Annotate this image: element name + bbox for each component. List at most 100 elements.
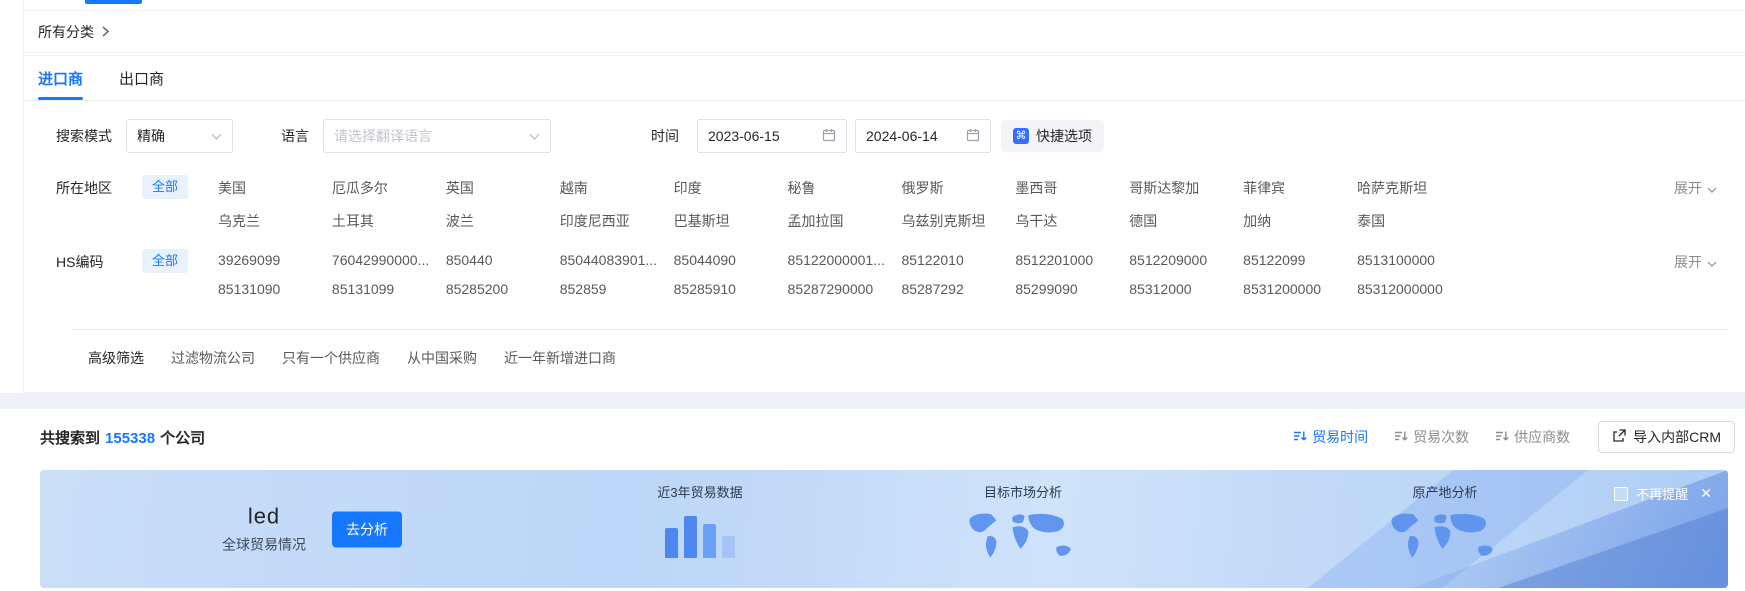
region-option[interactable]: 哥斯达黎加 — [1129, 178, 1237, 198]
date-start-value: 2023-06-15 — [708, 128, 780, 144]
hs-code-option[interactable]: 85122099 — [1243, 252, 1351, 268]
tab-exporters[interactable]: 出口商 — [119, 56, 164, 100]
region-option[interactable]: 乌克兰 — [218, 211, 326, 231]
advanced-option-sourced-from-china[interactable]: 从中国采购 — [407, 348, 477, 368]
advanced-option-single-supplier[interactable]: 只有一个供应商 — [282, 348, 380, 368]
search-mode-select[interactable]: 精确 — [126, 119, 233, 153]
bar — [684, 516, 697, 558]
region-option[interactable]: 土耳其 — [332, 211, 440, 231]
region-options-grid: 美国 厄瓜多尔 英国 越南 印度 秘鲁 俄罗斯 墨西哥 哥斯达黎加 菲律宾 哈萨… — [218, 175, 1465, 231]
filter-row-region: 所在地区 全部 美国 厄瓜多尔 英国 越南 印度 秘鲁 俄罗斯 墨西哥 哥斯达黎… — [56, 175, 1745, 231]
bar — [703, 524, 716, 558]
world-map-icon — [1382, 508, 1508, 570]
sort-trade-count[interactable]: 贸易次数 — [1394, 427, 1469, 447]
region-option[interactable]: 俄罗斯 — [901, 178, 1009, 198]
hs-code-option[interactable]: 85312000000 — [1357, 281, 1465, 297]
filter-row-basic: 搜索模式 精确 语言 请选择翻译语言 时间 2023-06-15 — [56, 119, 1745, 153]
quick-options-button[interactable]: ⌘ 快捷选项 — [1001, 120, 1104, 152]
calendar-icon — [822, 128, 836, 145]
command-icon: ⌘ — [1013, 128, 1029, 144]
region-option[interactable]: 乌兹别克斯坦 — [901, 211, 1009, 231]
advanced-option-filter-logistics[interactable]: 过滤物流公司 — [171, 348, 255, 368]
import-crm-button[interactable]: 导入内部CRM — [1598, 421, 1735, 453]
filter-row-hs-code: HS编码 全部 39269099 76042990000... 850440 8… — [56, 249, 1745, 297]
hs-code-option[interactable]: 85122010 — [901, 252, 1009, 268]
results-header: 共搜索到155338个公司 贸易时间 贸易次数 — [23, 409, 1745, 453]
category-bar: 所有分类 — [23, 10, 1745, 53]
region-all-tag[interactable]: 全部 — [142, 175, 188, 199]
region-option[interactable]: 印度尼西亚 — [560, 211, 668, 231]
hs-code-option[interactable]: 85287290000 — [788, 281, 896, 297]
region-option[interactable]: 乌干达 — [1015, 211, 1123, 231]
region-option[interactable]: 秘鲁 — [788, 178, 896, 198]
advanced-filter-label: 高级筛选 — [88, 348, 144, 368]
region-option[interactable]: 厄瓜多尔 — [332, 178, 440, 198]
hs-code-option[interactable]: 85285910 — [674, 281, 782, 297]
region-option[interactable]: 哈萨克斯坦 — [1357, 178, 1465, 198]
date-start-input[interactable]: 2023-06-15 — [697, 119, 847, 153]
world-map-icon — [960, 508, 1086, 570]
hs-code-option[interactable]: 8512209000 — [1129, 252, 1237, 268]
app-screen: 所有分类 进口商 出口商 搜索模式 精确 语言 — [0, 0, 1745, 591]
dont-remind-checkbox[interactable] — [1614, 487, 1628, 501]
region-expand-toggle[interactable]: 展开 — [1674, 178, 1717, 198]
hs-code-option[interactable]: 85299090 — [1015, 281, 1123, 297]
hs-code-option[interactable]: 8512201000 — [1015, 252, 1123, 268]
region-option[interactable]: 英国 — [446, 178, 554, 198]
results-summary: 共搜索到155338个公司 — [40, 427, 205, 448]
chevron-down-icon — [1707, 180, 1717, 196]
hs-code-all-tag[interactable]: 全部 — [142, 249, 188, 273]
hs-code-option[interactable]: 850440 — [446, 252, 554, 268]
analyze-button[interactable]: 去分析 — [332, 511, 402, 547]
region-option[interactable]: 德国 — [1129, 211, 1237, 231]
hs-code-label: HS编码 — [56, 249, 120, 272]
target-market-title: 目标市场分析 — [943, 482, 1103, 501]
top-tab-underline-fragment — [85, 0, 142, 4]
region-option[interactable]: 越南 — [560, 178, 668, 198]
hs-code-option[interactable]: 852859 — [560, 281, 668, 297]
sort-trade-time[interactable]: 贸易时间 — [1293, 427, 1368, 447]
chevron-down-icon — [529, 133, 540, 140]
breadcrumb-label: 所有分类 — [38, 22, 94, 42]
sort-label: 贸易时间 — [1312, 427, 1368, 447]
hs-code-option[interactable]: 85312000 — [1129, 281, 1237, 297]
hs-code-expand-toggle[interactable]: 展开 — [1674, 252, 1717, 272]
region-option[interactable]: 菲律宾 — [1243, 178, 1351, 198]
tab-importers[interactable]: 进口商 — [38, 56, 83, 100]
hs-code-options-grid: 39269099 76042990000... 850440 850440839… — [218, 249, 1465, 297]
hs-code-option[interactable]: 8531200000 — [1243, 281, 1351, 297]
region-option[interactable]: 墨西哥 — [1015, 178, 1123, 198]
hs-code-option[interactable]: 76042990000... — [332, 252, 440, 268]
hs-code-option[interactable]: 8513100000 — [1357, 252, 1465, 268]
language-select[interactable]: 请选择翻译语言 — [323, 119, 551, 153]
breadcrumb[interactable]: 所有分类 — [38, 22, 110, 42]
search-filter-card: 进口商 出口商 搜索模式 精确 语言 请选择翻译语言 — [23, 55, 1745, 393]
advanced-option-new-importers[interactable]: 近一年新增进口商 — [504, 348, 616, 368]
hs-code-option[interactable]: 85287292 — [901, 281, 1009, 297]
region-option[interactable]: 波兰 — [446, 211, 554, 231]
origin-analysis-block: 原产地分析 — [1365, 482, 1525, 575]
region-option[interactable]: 美国 — [218, 178, 326, 198]
close-icon[interactable]: ✕ — [1700, 485, 1712, 502]
sort-supplier-count[interactable]: 供应商数 — [1495, 427, 1570, 447]
chevron-down-icon — [211, 133, 222, 140]
bar-chart-icon — [620, 510, 780, 558]
keyword-subtitle: 全球贸易情况 — [222, 535, 306, 555]
hs-code-option[interactable]: 85285200 — [446, 281, 554, 297]
region-option[interactable]: 加纳 — [1243, 211, 1351, 231]
language-placeholder: 请选择翻译语言 — [334, 126, 432, 146]
date-end-input[interactable]: 2024-06-14 — [855, 119, 991, 153]
region-option[interactable]: 泰国 — [1357, 211, 1465, 231]
sort-descending-icon — [1293, 429, 1307, 446]
region-expand-label: 展开 — [1674, 178, 1702, 198]
hs-code-option[interactable]: 85131090 — [218, 281, 326, 297]
region-option[interactable]: 孟加拉国 — [788, 211, 896, 231]
region-option[interactable]: 印度 — [674, 178, 782, 198]
hs-code-option[interactable]: 85131099 — [332, 281, 440, 297]
hs-code-option[interactable]: 85044083901... — [560, 252, 668, 268]
hs-code-option[interactable]: 85044090 — [674, 252, 782, 268]
quick-options-label: 快捷选项 — [1036, 126, 1092, 146]
hs-code-option[interactable]: 39269099 — [218, 252, 326, 268]
hs-code-option[interactable]: 85122000001... — [788, 252, 896, 268]
region-option[interactable]: 巴基斯坦 — [674, 211, 782, 231]
